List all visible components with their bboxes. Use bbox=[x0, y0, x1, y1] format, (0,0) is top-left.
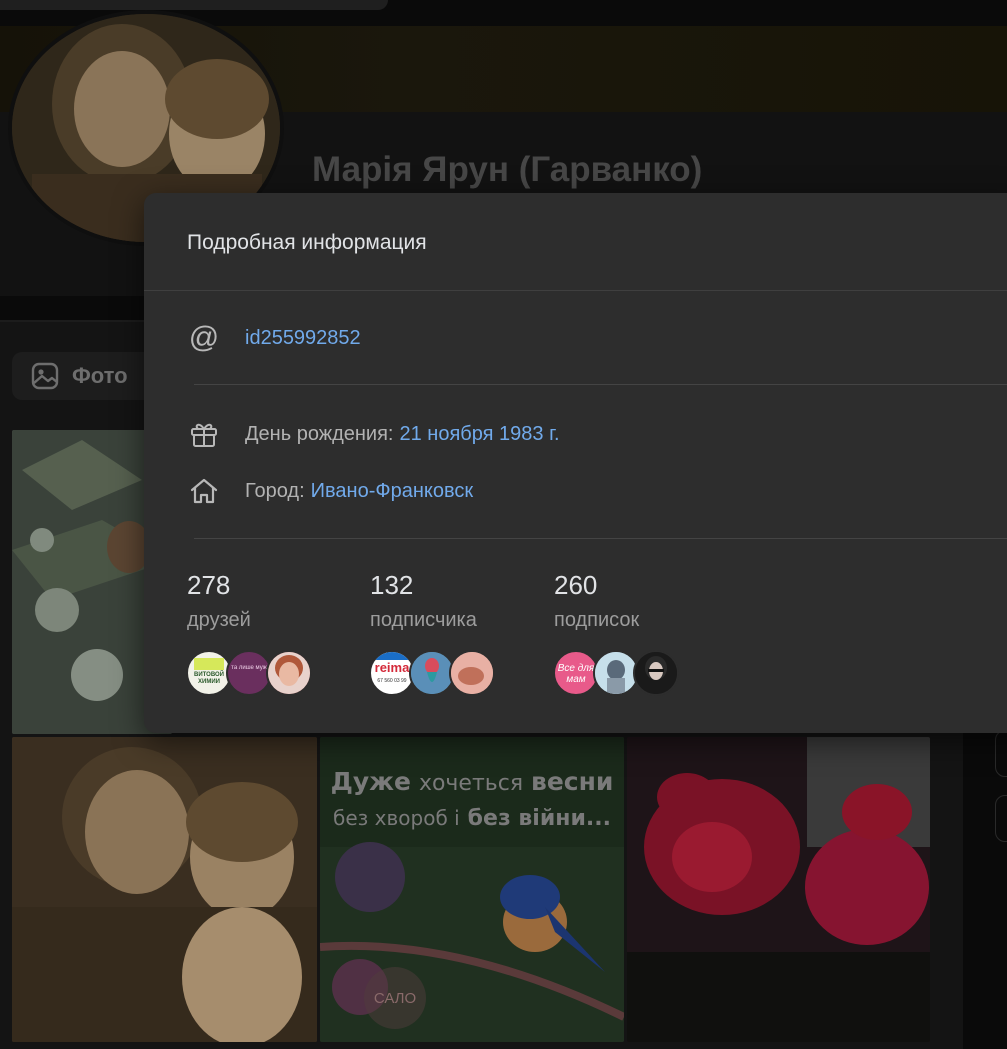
person-photo-icon bbox=[268, 652, 310, 694]
right-card[interactable] bbox=[995, 795, 1007, 842]
mermaid-photo-icon bbox=[411, 652, 453, 694]
top-search-field[interactable] bbox=[0, 0, 388, 10]
avatar-text: Все для мам bbox=[557, 663, 595, 685]
stat-followers[interactable]: 132 подписчика bbox=[370, 570, 477, 632]
stat-label: подписчика bbox=[370, 609, 477, 631]
avatar-text: 67 560 03 99 bbox=[377, 678, 407, 684]
photo-thumb[interactable] bbox=[12, 737, 317, 1042]
avatar-text: ВИТОВОЙ ХИМИИ bbox=[194, 672, 224, 685]
caption-word: без хвороб і bbox=[333, 806, 460, 830]
following-avatars[interactable]: Все для мам bbox=[553, 650, 683, 696]
city-link[interactable]: Ивано-Франковск bbox=[311, 480, 473, 503]
birthday-row: День рождения: 21 ноября 1983 г. bbox=[187, 417, 560, 451]
image-icon bbox=[31, 362, 59, 390]
stat-label: подписок bbox=[554, 609, 640, 631]
stat-following[interactable]: 260 подписок bbox=[554, 570, 639, 632]
followers-avatars[interactable]: reima 67 560 03 99 bbox=[369, 650, 499, 696]
family-photo-icon bbox=[12, 737, 317, 1042]
at-icon: @ bbox=[188, 321, 220, 354]
divider bbox=[194, 538, 1007, 539]
post-caption: Дуже хочеться весни без хвороб і без вій… bbox=[320, 765, 624, 835]
profile-name: Марія Ярун (Гарванко) bbox=[312, 150, 703, 189]
friends-avatars[interactable]: ВИТОВОЙ ХИМИИ та лише муж bbox=[186, 650, 316, 696]
tab-photo[interactable]: Фото bbox=[12, 352, 162, 400]
username-row: @ id255992852 bbox=[187, 321, 361, 355]
roses-photo-icon bbox=[627, 737, 930, 1042]
modal-title: Подробная информация bbox=[187, 231, 427, 254]
details-modal: Подробная информация @ id255992852 День … bbox=[144, 193, 1007, 733]
home-icon bbox=[187, 474, 221, 508]
city-row: Город: Ивано-Франковск bbox=[187, 474, 473, 508]
woman-photo-icon bbox=[635, 652, 677, 694]
caption-word: Дуже bbox=[330, 767, 411, 796]
photo-thumb-post[interactable]: Дуже хочеться весни без хвороб і без вій… bbox=[320, 737, 624, 1042]
city-label: Город: bbox=[245, 479, 305, 502]
birthday-label: День рождения: bbox=[245, 422, 394, 445]
right-card[interactable] bbox=[995, 730, 1007, 777]
photo-thumb[interactable] bbox=[627, 737, 930, 1042]
caption-word: без війни... bbox=[467, 806, 611, 831]
friend-avatar[interactable] bbox=[266, 650, 312, 696]
divider bbox=[144, 290, 1007, 291]
food-photo-icon bbox=[451, 652, 493, 694]
stat-label: друзей bbox=[187, 609, 251, 631]
username-link[interactable]: id255992852 bbox=[245, 327, 361, 350]
avatar-text: reima bbox=[374, 660, 410, 675]
stat-count: 260 bbox=[554, 570, 598, 600]
tab-photo-label: Фото bbox=[72, 363, 128, 388]
stat-count: 132 bbox=[370, 570, 414, 600]
avatar-text: та лише муж bbox=[231, 665, 267, 671]
kids-photo-icon bbox=[595, 652, 637, 694]
birthday-link[interactable]: 21 ноября 1983 г. bbox=[400, 423, 560, 446]
following-avatar[interactable] bbox=[633, 650, 679, 696]
stat-friends[interactable]: 278 друзей bbox=[187, 570, 251, 632]
caption-word: весни bbox=[531, 767, 614, 796]
follower-avatar[interactable] bbox=[449, 650, 495, 696]
gift-icon bbox=[187, 417, 221, 451]
divider bbox=[194, 384, 1007, 385]
watermark: САЛО bbox=[364, 967, 426, 1029]
stat-count: 278 bbox=[187, 570, 231, 600]
caption-word: хочеться bbox=[418, 771, 524, 796]
